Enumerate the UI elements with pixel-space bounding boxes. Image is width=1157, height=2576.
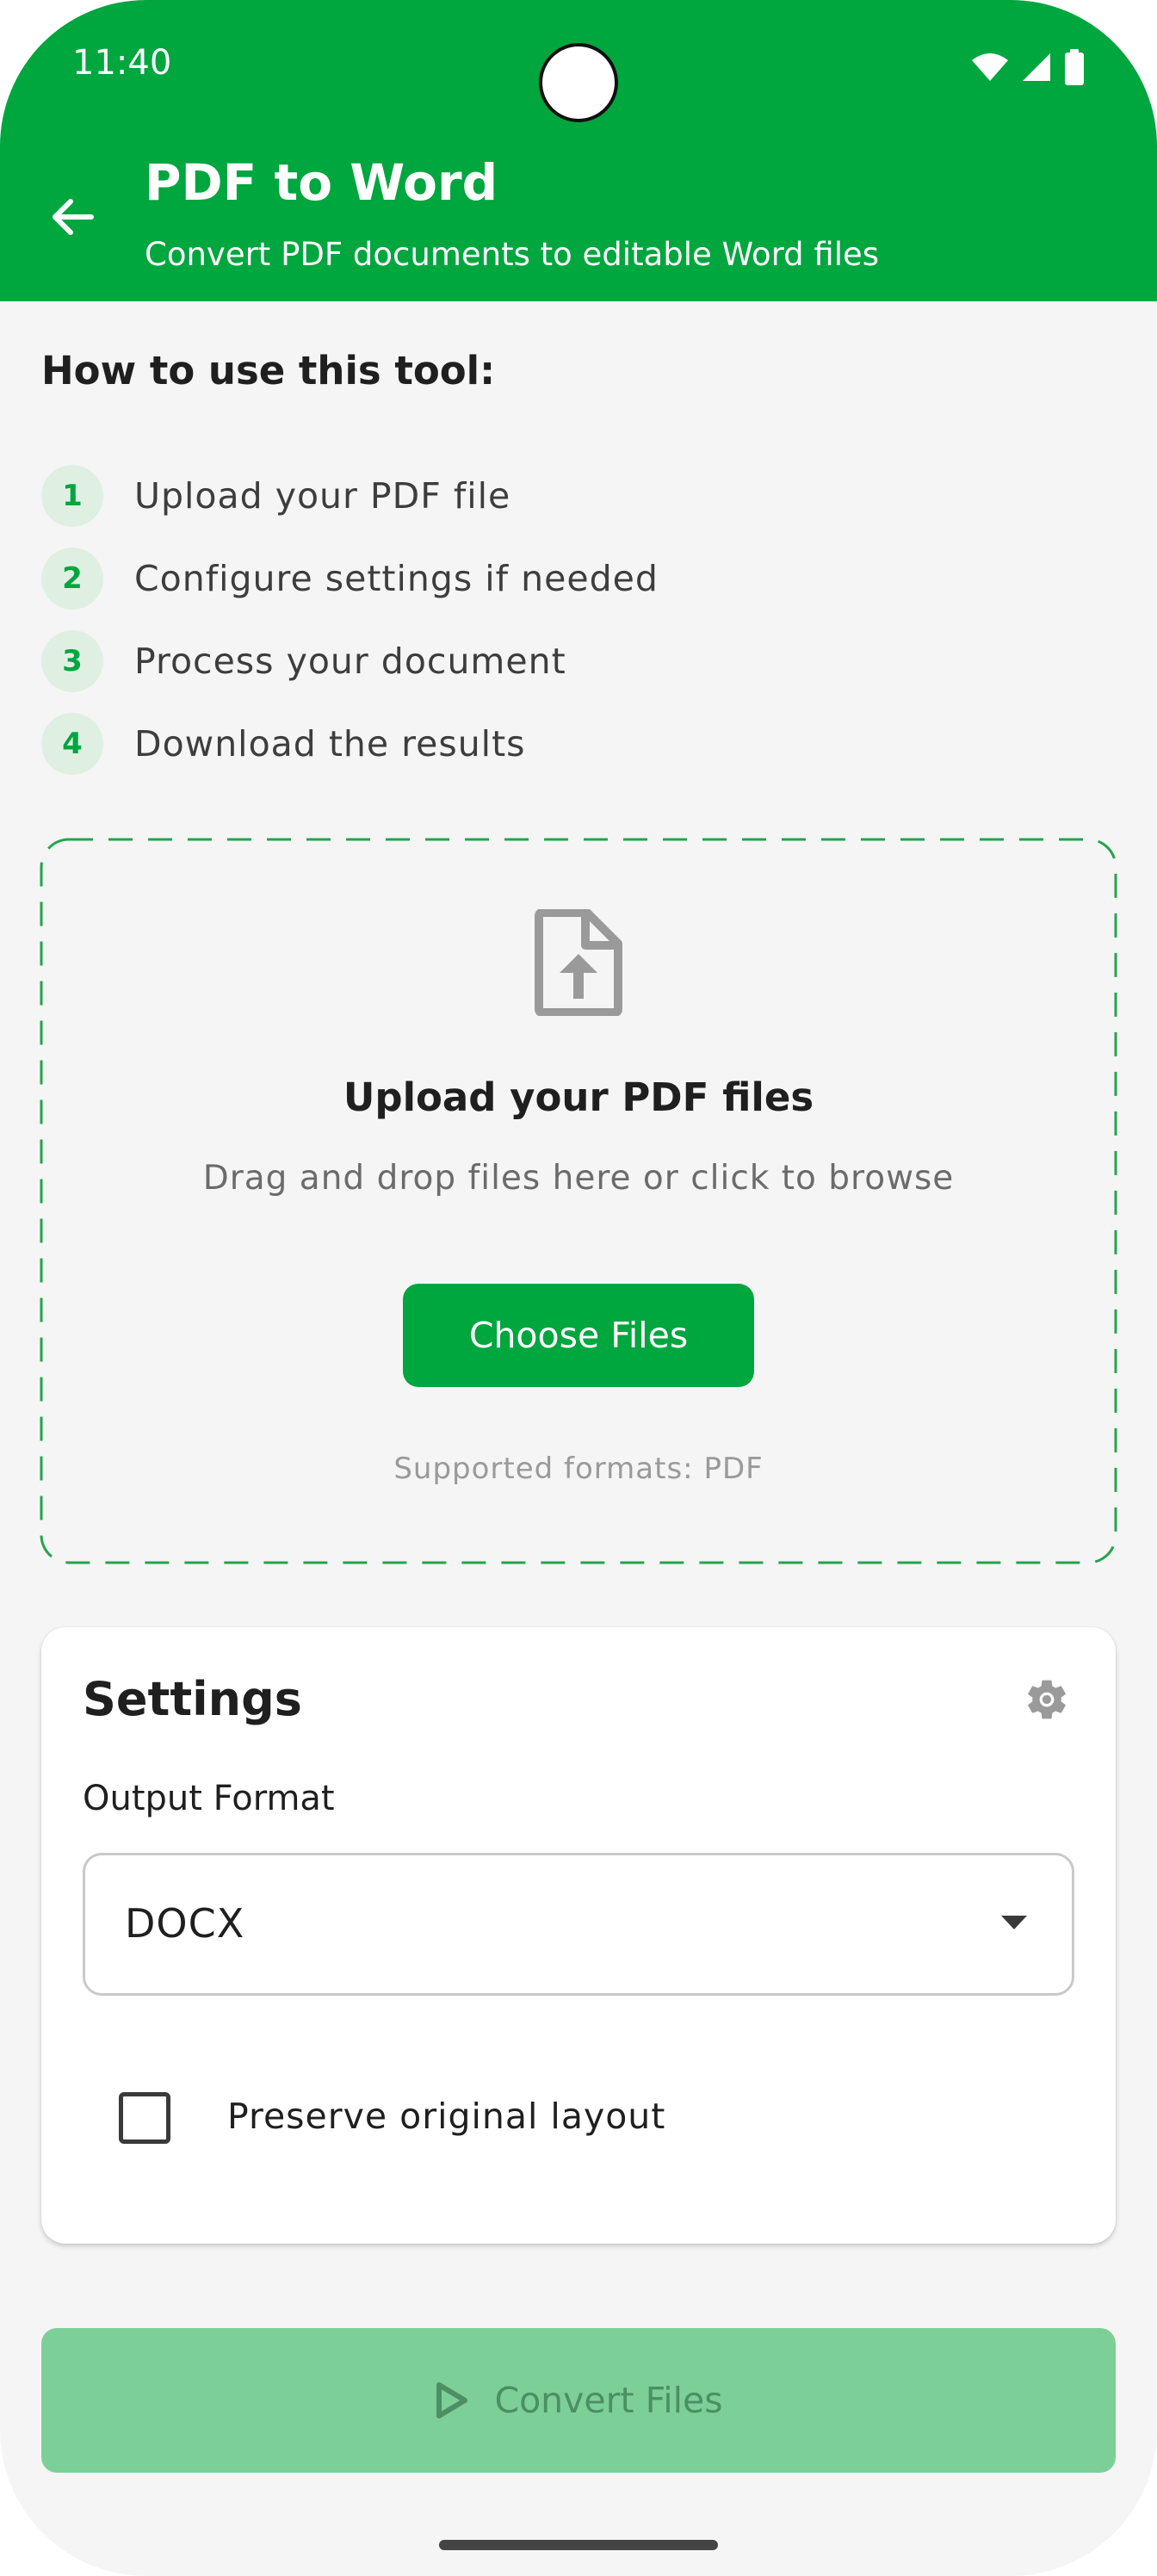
step-label: Process your document — [134, 641, 566, 682]
settings-card: Settings Output Format DOCX Preserve ori… — [41, 1627, 1116, 2244]
home-indicator[interactable] — [439, 2540, 718, 2550]
howto-steps: 1 Upload your PDF file 2 Configure setti… — [41, 455, 1074, 785]
upload-description: Drag and drop files here or click to bro… — [202, 1159, 955, 1198]
step-number: 1 — [41, 465, 103, 527]
back-button[interactable] — [43, 188, 102, 246]
convert-label: Convert Files — [494, 2380, 723, 2421]
wifi-icon — [972, 53, 1008, 81]
preserve-layout-checkbox[interactable] — [119, 2092, 170, 2144]
signal-icon — [1023, 53, 1050, 81]
step-label: Configure settings if needed — [134, 558, 659, 599]
battery-icon — [1065, 49, 1084, 85]
output-format-value: DOCX — [125, 1900, 245, 1947]
play-icon — [436, 2382, 468, 2418]
arrow-left-icon — [53, 199, 94, 235]
settings-title: Settings — [83, 1672, 302, 1726]
preserve-layout-label[interactable]: Preserve original layout — [227, 2096, 665, 2137]
step-item: 1 Upload your PDF file — [41, 455, 1074, 537]
output-format-label: Output Format — [83, 1779, 335, 1818]
step-number: 3 — [41, 630, 103, 692]
step-item: 2 Configure settings if needed — [41, 537, 1074, 620]
step-label: Upload your PDF file — [134, 475, 511, 517]
camera-cutout — [539, 43, 618, 122]
step-number: 4 — [41, 713, 103, 775]
convert-files-button[interactable]: Convert Files — [41, 2328, 1116, 2473]
status-icons — [971, 49, 1085, 85]
step-label: Download the results — [134, 723, 526, 765]
step-item: 3 Process your document — [41, 620, 1074, 703]
status-time: 11:40 — [72, 43, 172, 83]
step-number: 2 — [41, 548, 103, 610]
chevron-down-icon — [1001, 1916, 1027, 1929]
output-format-select[interactable]: DOCX — [83, 1853, 1074, 1996]
file-upload-icon — [535, 909, 622, 1016]
step-item: 4 Download the results — [41, 703, 1074, 785]
gear-icon[interactable] — [1023, 1675, 1071, 1724]
page-subtitle: Convert PDF documents to editable Word f… — [145, 236, 880, 273]
upload-title: Upload your PDF files — [343, 1074, 814, 1120]
howto-heading: How to use this tool: — [41, 348, 496, 393]
phone-screen: 11:40 PDF to Word Convert PDF documents … — [0, 0, 1157, 2576]
choose-files-button[interactable]: Choose Files — [403, 1284, 754, 1387]
page-title: PDF to Word — [145, 153, 498, 212]
supported-formats: Supported formats: PDF — [393, 1452, 764, 1486]
app-header: 11:40 PDF to Word Convert PDF documents … — [0, 0, 1157, 301]
